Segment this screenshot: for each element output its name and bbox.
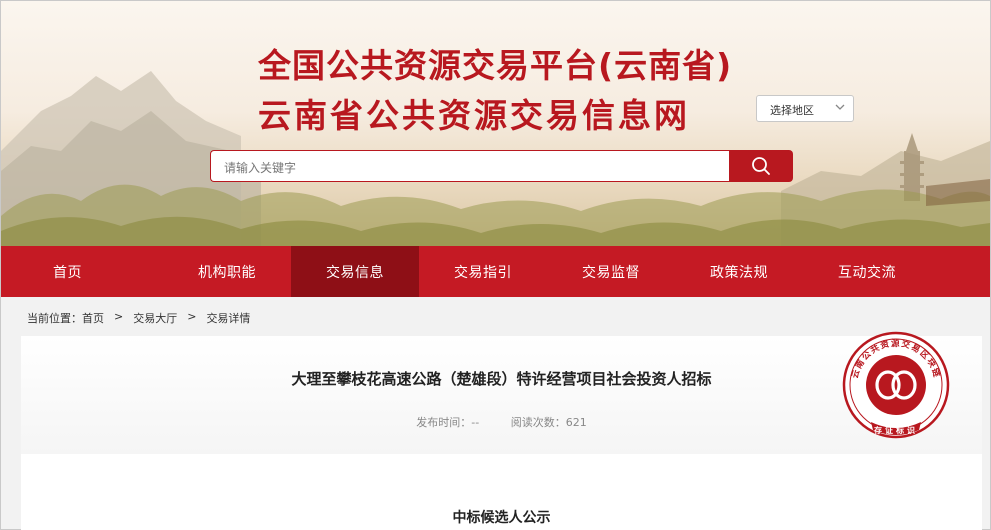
region-select-label: 选择地区 xyxy=(770,104,814,117)
view-count: 阅读次数：621 xyxy=(510,416,587,429)
section-title: 中标候选人公示 xyxy=(452,510,551,526)
document-meta: 发布时间：-- 阅读次数：621 xyxy=(21,414,982,430)
nav-item-trading-info[interactable]: 交易信息 xyxy=(291,246,419,297)
breadcrumb-hall-link[interactable]: 交易大厅 xyxy=(133,310,177,326)
nav-item-interaction[interactable]: 互动交流 xyxy=(803,246,931,297)
site-title-line2: 云南省公共资源交易信息网 xyxy=(258,96,690,135)
breadcrumb-prefix: 当前位置： xyxy=(27,312,82,325)
search-button[interactable] xyxy=(729,150,793,182)
search-input[interactable]: 请输入关键字 xyxy=(210,150,730,182)
blockchain-certification-seal: 云南公共资源交易区块链 存证标识 xyxy=(842,331,950,439)
breadcrumb-separator: > xyxy=(114,310,124,323)
nav-item-trading-guide[interactable]: 交易指引 xyxy=(419,246,547,297)
breadcrumb-separator: > xyxy=(187,310,197,323)
breadcrumb-current: 交易详情 xyxy=(206,312,251,325)
main-nav: 首页 机构职能 交易信息 交易指引 交易监督 政策法规 互动交流 xyxy=(1,246,990,297)
header-banner: 全国公共资源交易平台(云南省) 云南省公共资源交易信息网 选择地区 请输入关键字 xyxy=(1,1,990,246)
publish-time: 发布时间：-- xyxy=(416,416,480,429)
content-card: 大理至攀枝花高速公路（楚雄段）特许经营项目社会投资人招标 发布时间：-- 阅读次… xyxy=(21,336,982,530)
seal-bottom-text: 存证标识 xyxy=(873,425,918,435)
search-icon xyxy=(752,157,770,175)
nav-item-institutions[interactable]: 机构职能 xyxy=(163,246,291,297)
chevron-down-icon xyxy=(835,104,845,110)
breadcrumb-home-link[interactable]: 首页 xyxy=(82,310,104,326)
document-title: 大理至攀枝花高速公路（楚雄段）特许经营项目社会投资人招标 xyxy=(291,370,712,388)
card-header xyxy=(21,336,982,454)
region-select[interactable]: 选择地区 xyxy=(756,95,854,122)
search-placeholder: 请输入关键字 xyxy=(224,161,297,175)
site-title-line1: 全国公共资源交易平台(云南省) xyxy=(258,46,733,85)
breadcrumb: 当前位置： 首页 > 交易大厅 > 交易详情 xyxy=(27,310,250,326)
nav-item-supervision[interactable]: 交易监督 xyxy=(547,246,675,297)
nav-item-policies[interactable]: 政策法规 xyxy=(675,246,803,297)
nav-item-home[interactable]: 首页 xyxy=(1,246,163,297)
